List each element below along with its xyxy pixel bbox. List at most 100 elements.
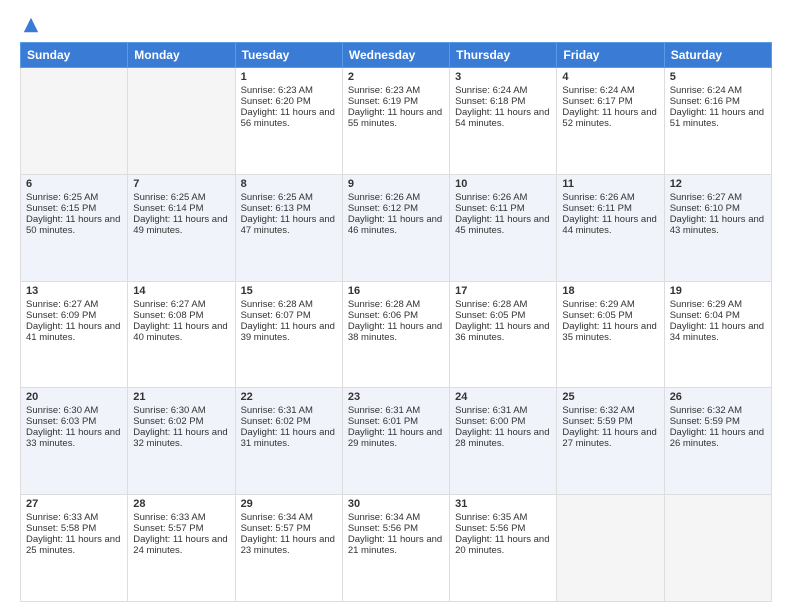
sunset-text: Sunset: 5:59 PM — [670, 416, 740, 427]
calendar-cell: 29Sunrise: 6:34 AMSunset: 5:57 PMDayligh… — [235, 495, 342, 602]
daylight-text: Daylight: 11 hours and 31 minutes. — [241, 427, 335, 449]
sunset-text: Sunset: 6:01 PM — [348, 416, 418, 427]
day-number: 2 — [348, 71, 444, 83]
calendar-cell: 15Sunrise: 6:28 AMSunset: 6:07 PMDayligh… — [235, 281, 342, 388]
sunset-text: Sunset: 6:04 PM — [670, 310, 740, 321]
sunrise-text: Sunrise: 6:34 AM — [348, 512, 420, 523]
daylight-text: Daylight: 11 hours and 35 minutes. — [562, 321, 656, 343]
day-number: 28 — [133, 498, 229, 510]
daylight-text: Daylight: 11 hours and 45 minutes. — [455, 214, 549, 236]
day-number: 31 — [455, 498, 551, 510]
calendar-cell — [664, 495, 771, 602]
sunrise-text: Sunrise: 6:24 AM — [455, 85, 527, 96]
daylight-text: Daylight: 11 hours and 36 minutes. — [455, 321, 549, 343]
sunset-text: Sunset: 6:06 PM — [348, 310, 418, 321]
daylight-text: Daylight: 11 hours and 41 minutes. — [26, 321, 120, 343]
daylight-text: Daylight: 11 hours and 29 minutes. — [348, 427, 442, 449]
calendar-cell: 28Sunrise: 6:33 AMSunset: 5:57 PMDayligh… — [128, 495, 235, 602]
day-number: 6 — [26, 178, 122, 190]
sunrise-text: Sunrise: 6:33 AM — [133, 512, 205, 523]
sunset-text: Sunset: 6:12 PM — [348, 203, 418, 214]
daylight-text: Daylight: 11 hours and 32 minutes. — [133, 427, 227, 449]
calendar-header-wednesday: Wednesday — [342, 43, 449, 68]
day-number: 1 — [241, 71, 337, 83]
calendar-cell: 9Sunrise: 6:26 AMSunset: 6:12 PMDaylight… — [342, 174, 449, 281]
sunrise-text: Sunrise: 6:28 AM — [348, 299, 420, 310]
daylight-text: Daylight: 11 hours and 38 minutes. — [348, 321, 442, 343]
day-number: 14 — [133, 285, 229, 297]
daylight-text: Daylight: 11 hours and 54 minutes. — [455, 107, 549, 129]
calendar-cell: 5Sunrise: 6:24 AMSunset: 6:16 PMDaylight… — [664, 68, 771, 175]
calendar-cell: 3Sunrise: 6:24 AMSunset: 6:18 PMDaylight… — [450, 68, 557, 175]
daylight-text: Daylight: 11 hours and 46 minutes. — [348, 214, 442, 236]
daylight-text: Daylight: 11 hours and 24 minutes. — [133, 534, 227, 556]
daylight-text: Daylight: 11 hours and 55 minutes. — [348, 107, 442, 129]
calendar-week-row: 13Sunrise: 6:27 AMSunset: 6:09 PMDayligh… — [21, 281, 772, 388]
day-number: 25 — [562, 391, 658, 403]
calendar-table: SundayMondayTuesdayWednesdayThursdayFrid… — [20, 42, 772, 602]
daylight-text: Daylight: 11 hours and 51 minutes. — [670, 107, 764, 129]
sunrise-text: Sunrise: 6:30 AM — [26, 405, 98, 416]
day-number: 10 — [455, 178, 551, 190]
sunset-text: Sunset: 5:59 PM — [562, 416, 632, 427]
sunrise-text: Sunrise: 6:27 AM — [26, 299, 98, 310]
calendar-cell: 11Sunrise: 6:26 AMSunset: 6:11 PMDayligh… — [557, 174, 664, 281]
daylight-text: Daylight: 11 hours and 44 minutes. — [562, 214, 656, 236]
calendar-cell: 4 Sunrise: 6:24 AMSunset: 6:17 PMDaylight… — [557, 68, 664, 175]
sunrise-text: Sunrise: 6:33 AM — [26, 512, 98, 523]
sunrise-text: Sunrise: 6:28 AM — [241, 299, 313, 310]
day-number: 21 — [133, 391, 229, 403]
calendar-week-row: 6Sunrise: 6:25 AMSunset: 6:15 PMDaylight… — [21, 174, 772, 281]
calendar-cell: 19Sunrise: 6:29 AMSunset: 6:04 PMDayligh… — [664, 281, 771, 388]
day-number: 4 — [562, 71, 658, 83]
calendar-week-row: 20Sunrise: 6:30 AMSunset: 6:03 PMDayligh… — [21, 388, 772, 495]
daylight-text: Daylight: 11 hours and 21 minutes. — [348, 534, 442, 556]
daylight-text: Daylight: 11 hours and 50 minutes. — [26, 214, 120, 236]
day-number: 16 — [348, 285, 444, 297]
sunrise-text: Sunrise: 6:26 AM — [455, 192, 527, 203]
sunrise-text: Sunrise: 6:27 AM — [133, 299, 205, 310]
day-number: 15 — [241, 285, 337, 297]
daylight-text: Daylight: 11 hours and 20 minutes. — [455, 534, 549, 556]
day-number: 8 — [241, 178, 337, 190]
day-number: 24 — [455, 391, 551, 403]
calendar-cell: 1Sunrise: 6:23 AMSunset: 6:20 PMDaylight… — [235, 68, 342, 175]
calendar-cell: 14Sunrise: 6:27 AMSunset: 6:08 PMDayligh… — [128, 281, 235, 388]
calendar-week-row: 27Sunrise: 6:33 AMSunset: 5:58 PMDayligh… — [21, 495, 772, 602]
sunrise-text: Sunrise: 6:32 AM — [562, 405, 634, 416]
daylight-text: Daylight: 11 hours and 33 minutes. — [26, 427, 120, 449]
calendar-cell: 30Sunrise: 6:34 AMSunset: 5:56 PMDayligh… — [342, 495, 449, 602]
day-number: 11 — [562, 178, 658, 190]
daylight-text: Daylight: 11 hours and 23 minutes. — [241, 534, 335, 556]
daylight-text: Daylight: 11 hours and 52 minutes. — [562, 107, 656, 129]
daylight-text: Daylight: 11 hours and 26 minutes. — [670, 427, 764, 449]
sunset-text: Sunset: 6:05 PM — [455, 310, 525, 321]
sunrise-text: Sunrise: 6:29 AM — [670, 299, 742, 310]
calendar-header-saturday: Saturday — [664, 43, 771, 68]
sunset-text: Sunset: 6:17 PM — [562, 96, 632, 107]
sunset-text: Sunset: 6:11 PM — [455, 203, 525, 214]
page: SundayMondayTuesdayWednesdayThursdayFrid… — [0, 0, 792, 612]
sunrise-text: Sunrise: 6:26 AM — [562, 192, 634, 203]
calendar-cell: 8Sunrise: 6:25 AMSunset: 6:13 PMDaylight… — [235, 174, 342, 281]
calendar-cell — [128, 68, 235, 175]
calendar-cell: 21Sunrise: 6:30 AMSunset: 6:02 PMDayligh… — [128, 388, 235, 495]
sunrise-text: Sunrise: 6:34 AM — [241, 512, 313, 523]
calendar-cell: 7Sunrise: 6:25 AMSunset: 6:14 PMDaylight… — [128, 174, 235, 281]
sunrise-text: Sunrise: 6:35 AM — [455, 512, 527, 523]
sunrise-text: Sunrise: 6:31 AM — [241, 405, 313, 416]
day-number: 27 — [26, 498, 122, 510]
calendar-header-row: SundayMondayTuesdayWednesdayThursdayFrid… — [21, 43, 772, 68]
sunset-text: Sunset: 6:00 PM — [455, 416, 525, 427]
sunset-text: Sunset: 6:10 PM — [670, 203, 740, 214]
day-number: 12 — [670, 178, 766, 190]
daylight-text: Daylight: 11 hours and 25 minutes. — [26, 534, 120, 556]
sunrise-text: Sunrise: 6:31 AM — [455, 405, 527, 416]
sunset-text: Sunset: 5:56 PM — [348, 523, 418, 534]
calendar-cell: 31Sunrise: 6:35 AMSunset: 5:56 PMDayligh… — [450, 495, 557, 602]
calendar-cell: 22Sunrise: 6:31 AMSunset: 6:02 PMDayligh… — [235, 388, 342, 495]
sunset-text: Sunset: 6:02 PM — [133, 416, 203, 427]
daylight-text: Daylight: 11 hours and 49 minutes. — [133, 214, 227, 236]
sunrise-text: Sunrise: 6:24 AM — [562, 85, 634, 96]
day-number: 22 — [241, 391, 337, 403]
